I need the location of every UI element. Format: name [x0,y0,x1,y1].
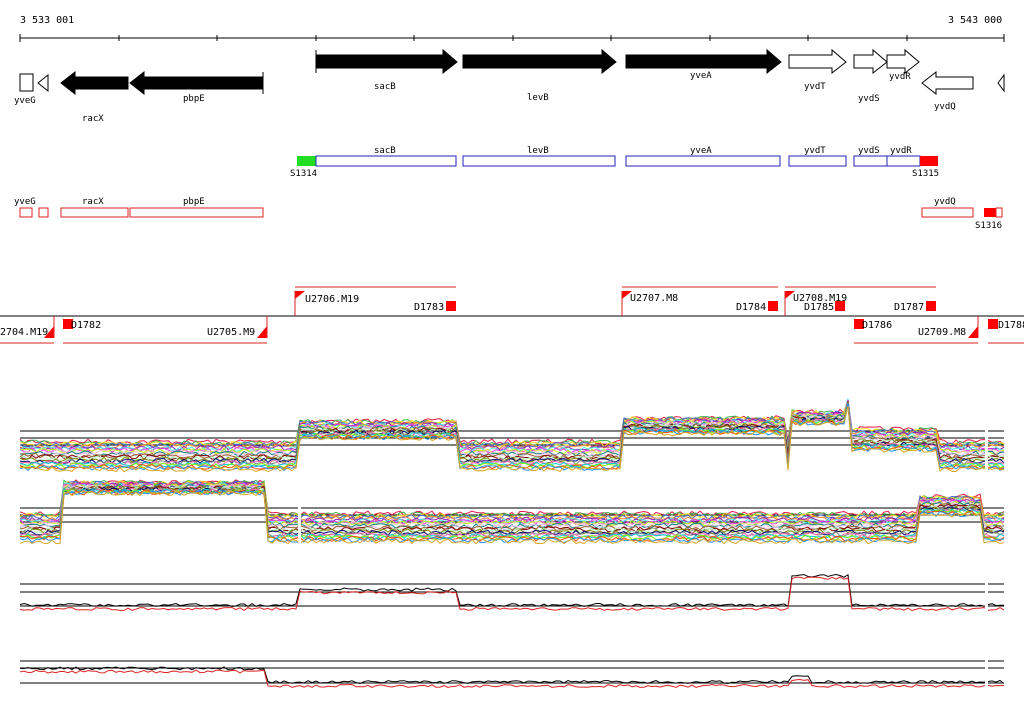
transcript-label-yvdS: yvdS [858,146,880,156]
expression-profile-line [19,400,1005,448]
segment-D1788-label: D1788 [998,320,1024,331]
gene-levB-arrow[interactable] [462,48,617,75]
transcript-box-sacB[interactable] [315,155,457,167]
expression-profile-line [19,669,1005,689]
transcript-box-yveG-a[interactable] [19,207,33,218]
gene-pbpE-arrow[interactable] [129,70,264,96]
segment-U2705-label: U2705.M9 [207,327,255,338]
transcript-end-marker[interactable] [920,156,938,166]
gene-sacB-arrow[interactable] [315,48,458,75]
expression-panel-plus-pair [19,568,1005,623]
expression-gap [985,645,988,700]
gene-racX-label: racX [82,114,104,124]
gene-yveA-arrow[interactable] [625,48,782,75]
expression-profile-line [19,666,1005,685]
segment-2704-label: 2704.M19 [0,327,48,338]
gene-yvdT-label: yvdT [804,82,826,92]
gene-yvdS-arrow[interactable] [853,48,888,75]
ruler-start-label: 3 533 001 [20,15,74,26]
gene-yvdT-arrow[interactable] [788,48,847,75]
transcript-label-yvdT: yvdT [804,146,826,156]
segment-D1787-label: D1787 [894,302,924,313]
gene-yveG-label: yveG [14,96,36,106]
expression-panel-minus-multi [19,479,1005,545]
gene-yveG-arrow[interactable] [19,73,34,92]
expression-gap [298,492,301,544]
expression-gap [985,568,988,623]
transcript-start-label: S1314 [290,169,317,179]
gene-yvdS-label: yvdS [858,94,880,104]
transcript-label-levB: levB [527,146,549,156]
transcript-end-label: S1315 [912,169,939,179]
gene-track: yveG racX pbpE sacB levB yveA yvdT yvdS … [14,48,1005,124]
gene-yvdQ-label: yvdQ [934,102,956,112]
gene-yveA-label: yveA [690,71,712,81]
expression-panel-plus-multi [19,398,1005,473]
transcript-box-yvdT[interactable] [788,155,847,167]
transcript-plus-track: S1314 sacB levB yveA yvdT yvdS yvdR S131… [290,146,939,179]
segment-U2709-label: U2709.M8 [918,327,966,338]
transcript-start-marker[interactable] [297,156,316,166]
transcript-label-yveG: yveG [14,197,36,207]
segment-D1786-label: D1786 [862,320,892,331]
segment-U2709-flag[interactable] [968,326,978,338]
gene-edge-arrow[interactable] [997,73,1005,93]
gene-yveG-arrow-tip[interactable] [37,73,49,93]
segment-D1783-label: D1783 [414,302,444,313]
expression-profile-line [19,573,1005,608]
gene-racX-arrow[interactable] [60,70,129,96]
transcript-box-yvdR[interactable] [886,155,921,167]
transcript-box-yvdS[interactable] [853,155,888,167]
coordinate-ruler: 3 533 001 3 543 000 [19,15,1005,42]
transcript-label-pbpE: pbpE [183,197,205,207]
genome-browser-canvas: 3 533 001 3 543 000 yveG racX pbpE sacB … [0,15,1024,700]
gene-yvdR-arrow[interactable] [886,48,920,75]
transcript-label-yvdR: yvdR [890,146,912,156]
transcript-box-levB[interactable] [462,155,616,167]
gene-levB-label: levB [527,93,549,103]
gene-yvdQ-arrow[interactable] [921,70,974,96]
ruler-end-label: 3 543 000 [948,15,1002,26]
segment-U2705-flag[interactable] [257,326,267,338]
segment-U2706-label: U2706.M19 [305,294,359,305]
segment-D1787-marker[interactable] [926,301,936,311]
expression-gap [985,415,988,472]
expression-panel-minus-pair [19,645,1005,700]
segment-U2706-flag[interactable] [295,291,305,299]
transcript-box-racX[interactable] [60,207,129,218]
segment-D1784-marker[interactable] [768,301,778,311]
gene-sacB-label: sacB [374,82,396,92]
transcript-box-yveG-b[interactable] [38,207,49,218]
segment-D1785-marker[interactable] [835,301,845,311]
transcript-label-sacB: sacB [374,146,396,156]
segment-D1784-label: D1784 [736,302,766,313]
gene-pbpE-label: pbpE [183,94,205,104]
transcript-box-pbpE[interactable] [129,207,264,218]
transcript-minus-end-label: S1316 [975,221,1002,231]
gene-yvdR-label: yvdR [889,72,911,82]
segment-D1783-marker[interactable] [446,301,456,311]
transcript-label-yveA: yveA [690,146,712,156]
transcript-minus-track: yveG racX pbpE yvdQ S1316 [14,197,1003,231]
segment-U2707-label: U2707.M8 [630,293,678,304]
segment-D1785-label: D1785 [804,302,834,313]
transcript-minus-end-marker[interactable] [984,208,996,217]
transcript-label-yvdQ: yvdQ [934,197,956,207]
segment-track: U2706.M19 D1783 U2707.M8 D1784 U2708.M19… [0,286,1024,344]
segment-D1788-marker[interactable] [988,319,998,329]
transcript-box-yvdQ[interactable] [921,207,974,218]
segment-D1782-label: D1782 [71,320,101,331]
transcript-label-racX: racX [82,197,104,207]
transcript-box-yveA[interactable] [625,155,781,167]
